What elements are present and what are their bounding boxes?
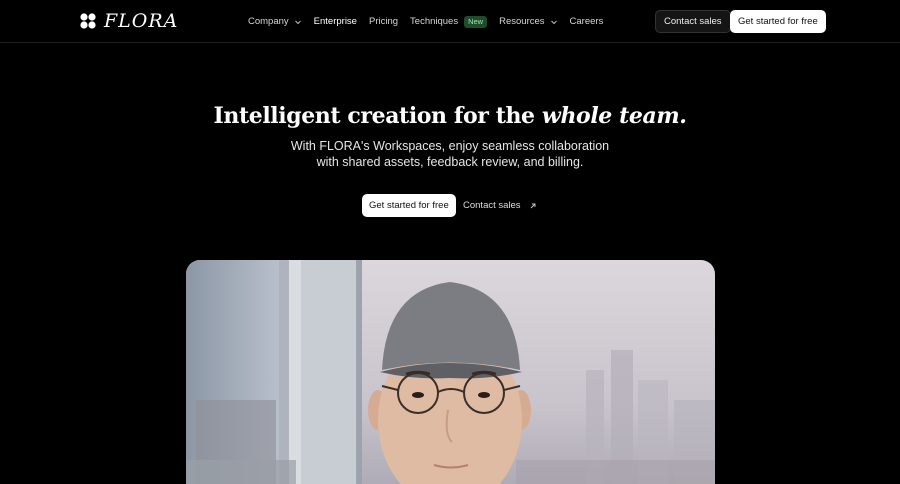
subtitle-line-1: With FLORA's Workspaces, enjoy seamless … xyxy=(290,139,610,153)
arrow-up-right-icon xyxy=(530,203,536,208)
nav-item-resources[interactable]: Resources xyxy=(499,0,557,43)
nav-item-pricing[interactable]: Pricing xyxy=(369,0,398,43)
chevron-down-icon xyxy=(550,20,557,24)
nav-item-label: Resources xyxy=(499,16,545,27)
top-nav: FLORA Company Enterprise Pricing Techniq… xyxy=(0,0,900,43)
nav-item-careers[interactable]: Careers xyxy=(570,0,604,43)
get-started-button[interactable]: Get started for free xyxy=(730,10,826,33)
nav-item-company[interactable]: Company xyxy=(248,0,302,43)
flora-logo-icon xyxy=(80,13,96,29)
nav-item-label: Company xyxy=(248,16,289,27)
subtitle-line-2: with shared assets, feedback review, and… xyxy=(316,154,584,169)
nav-item-label: Enterprise xyxy=(313,16,357,27)
brand-wordmark: FLORA xyxy=(104,10,179,32)
hero-get-started-button[interactable]: Get started for free xyxy=(362,194,456,217)
hero-contact-sales-link[interactable]: Contact sales xyxy=(463,194,537,217)
headline-plain: Intelligent creation for the xyxy=(213,103,536,129)
hero-subtitle: With FLORA's Workspaces, enjoy seamless … xyxy=(0,139,900,170)
contact-sales-label: Contact sales xyxy=(463,200,521,211)
hero-headline: Intelligent creation for the whole team. xyxy=(0,103,900,129)
hero-video[interactable] xyxy=(186,260,715,484)
main-nav-links: Company Enterprise Pricing Techniques Ne… xyxy=(248,0,615,43)
nav-item-label: Pricing xyxy=(368,16,399,27)
video-frame-image xyxy=(186,260,715,484)
nav-item-enterprise[interactable]: Enterprise xyxy=(314,0,357,43)
new-badge: New xyxy=(464,15,488,28)
nav-item-techniques[interactable]: Techniques New xyxy=(410,0,488,43)
nav-item-label: Techniques xyxy=(410,16,459,27)
nav-item-label: Careers xyxy=(569,16,604,27)
headline-italic: whole team. xyxy=(541,103,687,129)
contact-sales-button[interactable]: Contact sales xyxy=(655,10,731,33)
brand-logo[interactable]: FLORA xyxy=(80,10,179,32)
chevron-down-icon xyxy=(294,20,301,24)
